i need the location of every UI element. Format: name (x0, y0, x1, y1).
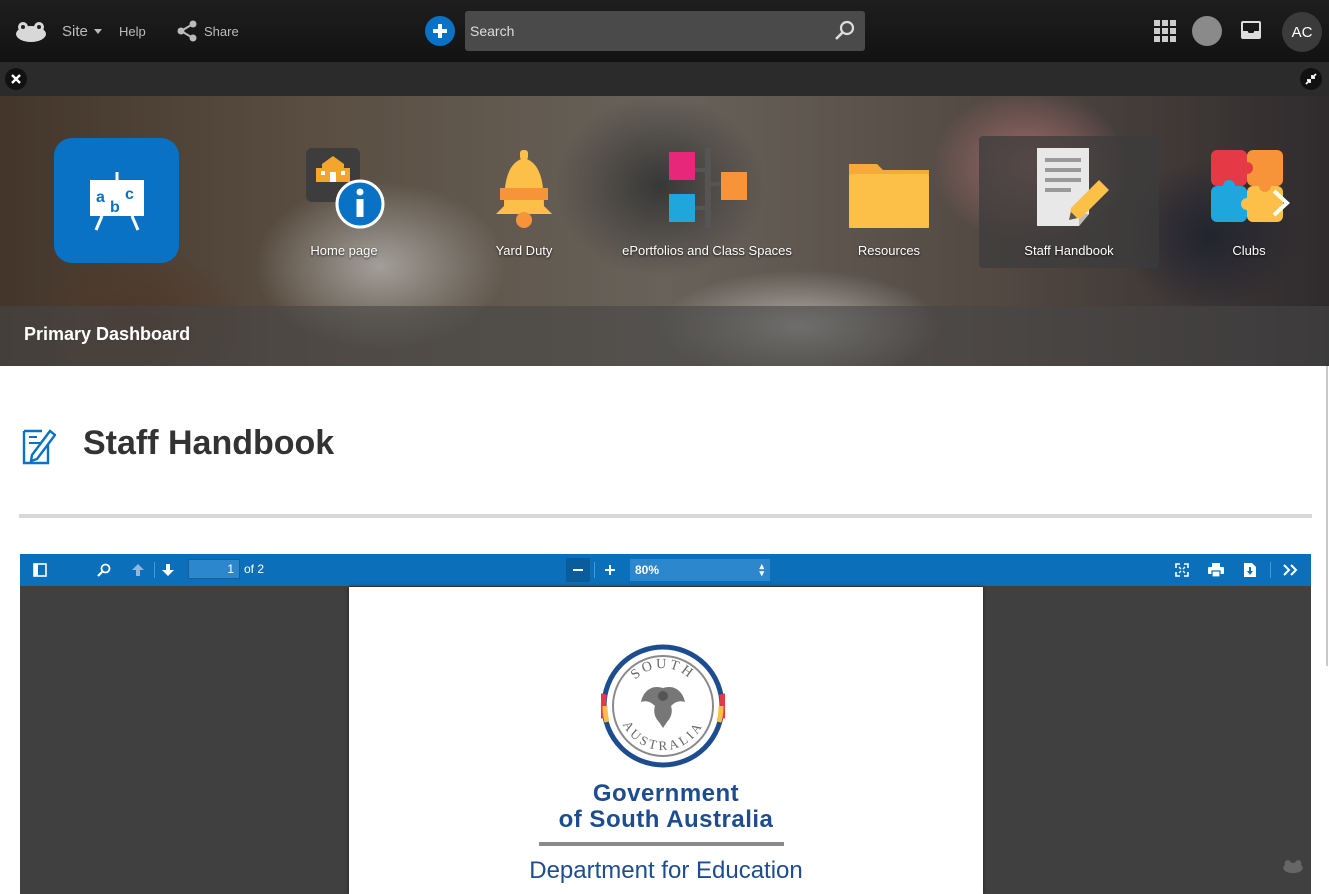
nav-tile-eportfolios[interactable]: ePortfolios and Class Spaces (617, 136, 797, 268)
top-navigation-bar: Site Help Share Search AC (0, 0, 1329, 62)
zoom-out-icon[interactable] (566, 558, 590, 582)
close-icon[interactable] (5, 68, 27, 90)
sidebar-toggle-icon[interactable] (28, 558, 52, 582)
user-avatar[interactable]: AC (1282, 12, 1322, 52)
dashboard-banner: a b c Home page Yard Duty ePortfolios an… (0, 96, 1329, 366)
dashboard-control-bar (0, 62, 1329, 96)
site-menu-label: Site (62, 22, 88, 40)
nav-tile-label: Yard Duty (495, 243, 553, 258)
create-button[interactable] (425, 16, 455, 46)
dashboard-icon: a b c (54, 138, 179, 263)
nav-tile-resources[interactable]: Resources (799, 136, 979, 268)
folder-icon (849, 164, 929, 228)
pdf-viewer-toolbar: of 2 80% ▴▾ (20, 554, 1311, 586)
collapse-icon[interactable] (1300, 68, 1322, 90)
nav-tile-label: Clubs (1232, 243, 1266, 258)
next-page-icon[interactable] (156, 558, 180, 582)
fullscreen-icon[interactable] (1170, 558, 1194, 582)
inbox-icon[interactable] (1241, 21, 1261, 44)
zoom-in-icon[interactable] (598, 558, 622, 582)
page-number-input[interactable] (188, 559, 240, 579)
site-menu[interactable]: Site (62, 0, 102, 62)
frog-watermark-icon (1282, 858, 1304, 879)
zoom-value: 80% (635, 563, 660, 577)
document-heading-line2: of South Australia (558, 806, 774, 833)
search-icon[interactable] (833, 19, 857, 43)
apps-grid-icon[interactable] (1154, 20, 1176, 42)
download-icon[interactable] (1238, 558, 1262, 582)
nav-tile-clubs[interactable]: Clubs (1159, 136, 1329, 268)
pdf-page: SOUTH AUSTRALIA Government of South Aust… (349, 587, 983, 894)
svg-text:b: b (110, 199, 120, 216)
search-bar (465, 11, 865, 51)
find-icon[interactable] (92, 558, 116, 582)
nav-tile-label: Staff Handbook (1024, 243, 1114, 258)
divider (19, 514, 1312, 518)
chevron-right-icon[interactable] (1268, 188, 1294, 223)
print-icon[interactable] (1204, 558, 1228, 582)
bell-icon (496, 150, 552, 228)
plus-icon (433, 24, 447, 38)
nav-tile-label: Home page (310, 243, 378, 258)
nav-tile-label: ePortfolios and Class Spaces (622, 243, 792, 258)
frog-logo-icon[interactable] (14, 0, 48, 62)
toolbar-separator (594, 562, 595, 578)
svg-text:c: c (125, 186, 134, 203)
caret-down-icon (93, 28, 102, 34)
banner-title-bar (0, 306, 1329, 366)
previous-page-icon[interactable] (126, 558, 150, 582)
more-tools-icon[interactable] (1278, 558, 1302, 582)
nav-tile-staff-handbook[interactable]: Staff Handbook (979, 136, 1159, 268)
blocks-icon (669, 148, 747, 228)
share-label: Share (204, 23, 239, 39)
dashboard-title: Primary Dashboard (24, 324, 191, 344)
status-indicator[interactable] (1192, 16, 1222, 46)
document-rule (539, 842, 784, 846)
zoom-select[interactable]: 80% ▴ ▾ (630, 559, 770, 581)
nav-tile-home-page[interactable]: Home page (254, 136, 434, 268)
help-link[interactable]: Help (119, 0, 146, 62)
document-pencil-icon (1037, 148, 1109, 226)
page-scrollbar[interactable] (1326, 366, 1328, 666)
nav-tile-yard-duty[interactable]: Yard Duty (434, 136, 614, 268)
edit-document-icon (20, 420, 56, 470)
document-heading-line1: Government (592, 780, 740, 807)
school-info-icon (306, 148, 385, 229)
toolbar-separator (154, 562, 155, 578)
nav-tile-label: Resources (857, 243, 921, 258)
document-department: Department for Education (529, 857, 803, 884)
svg-text:a: a (96, 189, 105, 206)
toolbar-separator (1270, 562, 1271, 578)
share-button[interactable]: Share (176, 0, 239, 62)
share-icon (177, 20, 197, 42)
page-count: of 2 (244, 562, 265, 576)
south-australia-seal-logo: SOUTH AUSTRALIA (601, 644, 725, 768)
page-title: Staff Handbook (83, 424, 335, 462)
search-input[interactable] (465, 11, 825, 51)
select-caret-icon: ▴ ▾ (759, 561, 764, 578)
